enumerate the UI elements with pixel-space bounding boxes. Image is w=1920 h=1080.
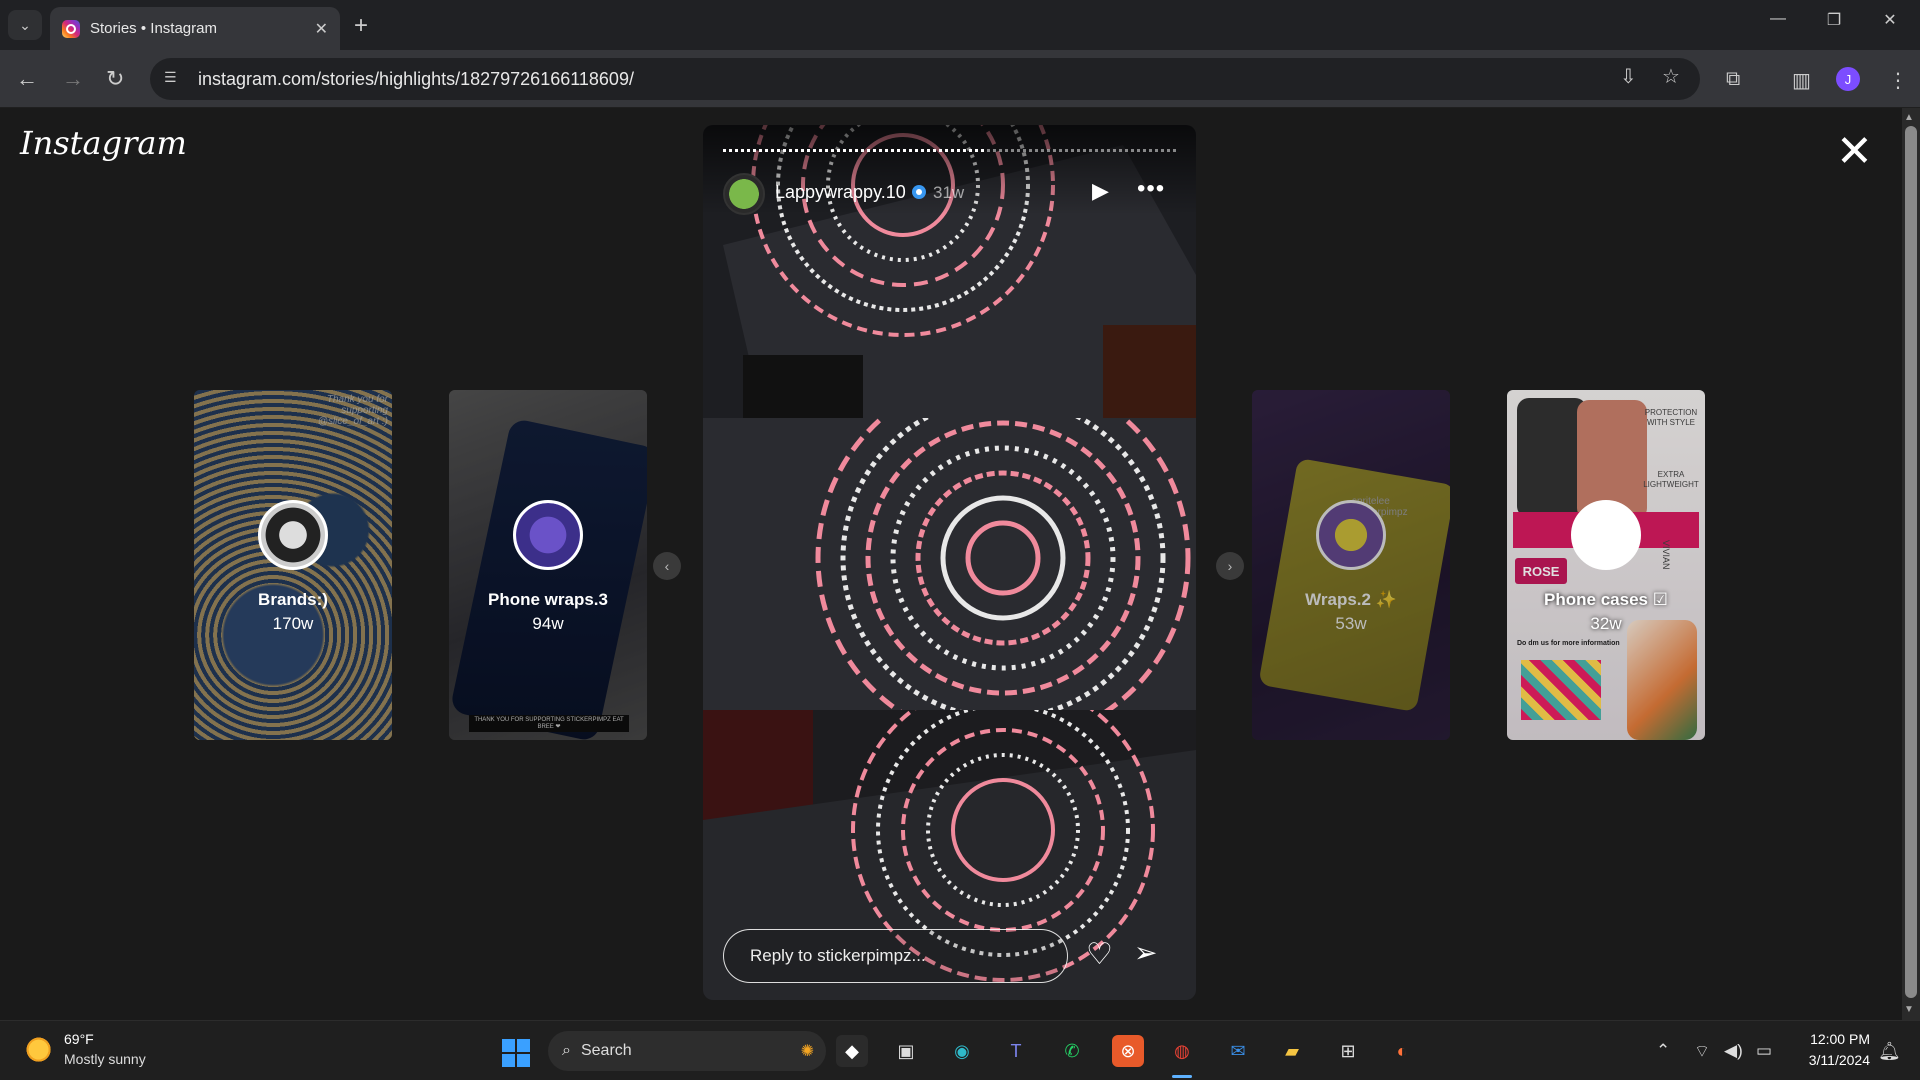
- whatsapp-icon[interactable]: ✆: [1056, 1035, 1088, 1067]
- highlight-card-phone-wraps-3[interactable]: THANK YOU FOR SUPPORTING STICKERPIMPZ EA…: [449, 390, 647, 740]
- highlight-name: Brands:): [258, 590, 328, 609]
- clock-date[interactable]: 3/11/2024: [1790, 1052, 1870, 1068]
- highlight-age: 94w: [532, 614, 564, 633]
- weather-temperature[interactable]: 69°F: [64, 1031, 94, 1047]
- reload-icon[interactable]: ↻: [106, 66, 124, 92]
- file-explorer-icon[interactable]: ▰: [1276, 1035, 1308, 1067]
- play-icon[interactable]: ▶: [1092, 178, 1109, 204]
- close-stories-icon[interactable]: ✕: [1836, 130, 1873, 174]
- side-panel-icon[interactable]: ▥: [1792, 68, 1811, 93]
- browser-toolbar: ← → ↻ ☰ instagram.com/stories/highlights…: [0, 50, 1920, 108]
- highlight-avatar: [258, 500, 328, 570]
- active-story[interactable]: Lappywrappy.10 31w ▶ ••• Reply to sticke…: [703, 125, 1196, 1000]
- story-username[interactable]: Lappywrappy.10: [775, 182, 926, 203]
- story-user-avatar[interactable]: [723, 173, 765, 215]
- back-icon[interactable]: ←: [16, 66, 38, 92]
- story-photo-middle: [703, 418, 1196, 710]
- app-orange-icon[interactable]: ⊗: [1112, 1035, 1144, 1067]
- reply-input[interactable]: Reply to stickerpimpz...: [723, 929, 1068, 983]
- verified-badge-icon: [911, 185, 926, 199]
- previous-story-button[interactable]: ‹: [653, 552, 681, 580]
- microsoft-store-icon[interactable]: ⊞: [1332, 1035, 1364, 1067]
- highlight-name: Phone wraps.3: [488, 590, 608, 609]
- highlight-name: Wraps.2 ✨: [1305, 590, 1397, 609]
- story-timestamp: 31w: [933, 183, 965, 202]
- highlight-avatar: [1316, 500, 1386, 570]
- task-view-icon[interactable]: ▣: [890, 1035, 922, 1067]
- extensions-icon[interactable]: ⧉: [1726, 68, 1740, 91]
- install-app-icon[interactable]: ⇩: [1620, 64, 1637, 89]
- firefox-icon[interactable]: ◐: [1386, 1035, 1418, 1067]
- url-text: instagram.com/stories/highlights/1827972…: [198, 68, 634, 89]
- battery-icon[interactable]: ▭: [1756, 1041, 1772, 1061]
- minimize-icon[interactable]: —: [1758, 10, 1798, 28]
- search-icon: ⌕: [562, 1042, 571, 1059]
- show-hidden-icons-icon[interactable]: ⌃: [1656, 1041, 1670, 1061]
- mandala-laptop-image: [703, 418, 1196, 710]
- notification-bell-icon[interactable]: 🔔︎: [1878, 1041, 1901, 1062]
- story-username-text: Lappywrappy.10: [775, 182, 906, 202]
- highlight-age: 53w: [1335, 614, 1367, 633]
- clock-time[interactable]: 12:00 PM: [1790, 1031, 1870, 1047]
- scroll-down-icon[interactable]: ▼: [1904, 1004, 1914, 1015]
- next-story-button[interactable]: ›: [1216, 552, 1244, 580]
- like-heart-icon[interactable]: ♡: [1086, 937, 1113, 972]
- taskbar-search-label: Search: [580, 1042, 632, 1059]
- stories-viewer: Instagram ✕ Thank you for supporting @sl…: [0, 108, 1920, 1020]
- weather-description[interactable]: Mostly sunny: [64, 1051, 146, 1067]
- instagram-favicon-icon: [62, 19, 80, 38]
- highlight-card-wraps-2[interactable]: spritelee stickerpimpz Wraps.2 ✨ 53w: [1252, 390, 1450, 740]
- bookmark-star-icon[interactable]: ☆: [1662, 64, 1680, 89]
- copilot-icon[interactable]: ◆: [836, 1035, 868, 1067]
- story-progress-fill: [723, 149, 987, 152]
- instagram-logo[interactable]: Instagram: [20, 124, 187, 162]
- highlight-avatar: [513, 500, 583, 570]
- more-options-icon[interactable]: •••: [1137, 175, 1165, 203]
- highlight-card-brands[interactable]: Thank you for supporting @slice_of_art :…: [194, 390, 392, 740]
- mail-icon[interactable]: ✉: [1222, 1035, 1254, 1067]
- site-info-icon[interactable]: ☰: [164, 69, 184, 89]
- taskbar-search[interactable]: ⌕ Search ✺: [548, 1031, 826, 1071]
- browser-tabbar: ⌄ Stories • Instagram ✕ + — ❐ ✕: [0, 0, 1920, 50]
- highlight-avatar: [1571, 500, 1641, 570]
- start-windows-icon[interactable]: [502, 1039, 530, 1067]
- window-close-icon[interactable]: ✕: [1870, 10, 1910, 30]
- teams-icon[interactable]: T: [1000, 1035, 1032, 1067]
- search-highlight-icon: ✺: [800, 1043, 814, 1060]
- chrome-icon[interactable]: ◍: [1166, 1035, 1198, 1067]
- forward-icon[interactable]: →: [62, 66, 84, 92]
- scrollbar-thumb[interactable]: [1905, 126, 1917, 998]
- new-tab-icon[interactable]: +: [354, 12, 368, 40]
- edge-icon[interactable]: ◉: [946, 1035, 978, 1067]
- active-app-indicator: [1172, 1075, 1192, 1078]
- highlight-card-phone-cases[interactable]: PROTECTION WITH STYLE EXTRA LIGHTWEIGHT …: [1507, 390, 1705, 740]
- send-icon[interactable]: ➢: [1134, 936, 1157, 969]
- weather-sun-icon[interactable]: [26, 1037, 54, 1065]
- highlight-age: 32w: [1590, 614, 1622, 633]
- highlight-name: Phone cases ☑: [1544, 590, 1668, 609]
- wifi-icon[interactable]: ⌔: [1694, 1041, 1710, 1062]
- browser-menu-icon[interactable]: ⋮: [1888, 68, 1908, 93]
- volume-icon[interactable]: ◀): [1724, 1041, 1743, 1061]
- profile-avatar[interactable]: J: [1836, 67, 1860, 91]
- tab-close-icon[interactable]: ✕: [315, 19, 328, 39]
- tab-search-button[interactable]: ⌄: [8, 10, 42, 40]
- scroll-up-icon[interactable]: ▲: [1904, 112, 1914, 123]
- tab-title: Stories • Instagram: [90, 20, 217, 37]
- restore-icon[interactable]: ❐: [1814, 10, 1854, 30]
- address-bar[interactable]: ☰ instagram.com/stories/highlights/18279…: [150, 58, 1700, 100]
- windows-taskbar: 69°F Mostly sunny ⌕ Search ✺ ◆ ▣ ◉ T ✆ ⊗…: [0, 1020, 1920, 1080]
- highlight-age: 170w: [272, 614, 314, 633]
- browser-tab[interactable]: Stories • Instagram ✕: [50, 7, 340, 50]
